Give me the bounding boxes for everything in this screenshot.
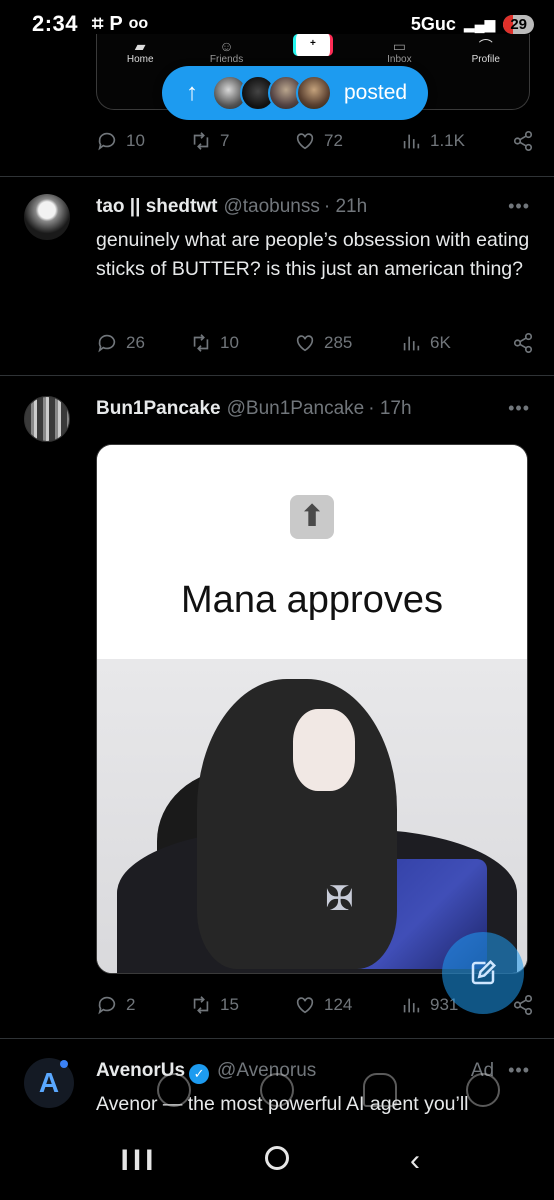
- like-button[interactable]: 124: [294, 994, 400, 1016]
- like-button[interactable]: 285: [294, 332, 400, 354]
- grok-tab-icon[interactable]: [259, 1073, 294, 1107]
- retweet-button[interactable]: 15: [190, 994, 294, 1016]
- retweet-icon: [193, 334, 209, 352]
- create-icon: +: [292, 34, 333, 56]
- retweet-button[interactable]: 10: [190, 332, 294, 354]
- embed-nav-home: ▰ Home: [126, 38, 154, 65]
- home-button[interactable]: [247, 1144, 307, 1178]
- up-arrow-emoji-icon: ⬆: [290, 495, 334, 539]
- reply-icon: [98, 996, 116, 1015]
- views-button[interactable]: 1.1K: [400, 130, 496, 152]
- compose-icon: [471, 959, 497, 985]
- poster-avatars: [212, 75, 332, 111]
- author-handle[interactable]: @taobunss: [223, 196, 319, 218]
- embed-nav-inbox: ▭ Inbox: [387, 38, 412, 65]
- avatar: [296, 75, 332, 111]
- divider: [0, 176, 554, 177]
- more-options-icon[interactable]: •••: [508, 196, 530, 217]
- tweet-actions: 10 7 72 1.1K: [96, 130, 534, 152]
- tweet-text: genuinely what are people’s obsession wi…: [96, 229, 530, 280]
- p-icon: P: [109, 12, 123, 35]
- network-label: 5Guc: [410, 13, 456, 34]
- share-button[interactable]: [512, 130, 534, 152]
- like-button[interactable]: 72: [294, 130, 400, 152]
- reply-icon: [98, 132, 116, 151]
- recents-button[interactable]: III: [109, 1144, 169, 1178]
- posted-label: posted: [344, 81, 408, 104]
- signal-icon: ▂▄▆: [463, 15, 496, 32]
- reply-button[interactable]: 26: [96, 332, 190, 354]
- author-handle[interactable]: @Bun1Pancake: [227, 398, 365, 420]
- embed-nav-create: +: [283, 34, 343, 65]
- tweet-time: · 17h: [368, 398, 412, 419]
- compose-button[interactable]: [442, 932, 524, 1014]
- new-posts-pill[interactable]: ↑ posted: [162, 66, 428, 120]
- messages-tab-icon[interactable]: [465, 1073, 500, 1107]
- status-left-icons: ⌗ P oo: [92, 13, 148, 36]
- battery-indicator: 29: [503, 14, 534, 34]
- heart-icon: [296, 997, 314, 1014]
- tweet-actions: 26 10 285 6K: [96, 332, 534, 354]
- embed-nav-friends: ☺ Friends: [209, 38, 244, 65]
- retweet-button[interactable]: 7: [190, 130, 294, 152]
- heart-icon: [296, 335, 314, 352]
- profile-icon: ⌒: [478, 38, 493, 54]
- voicemail-icon: oo: [128, 15, 149, 32]
- divider: [0, 375, 554, 376]
- screenshot-icon: ⌗: [92, 12, 104, 35]
- avatar[interactable]: [24, 194, 70, 240]
- retweet-icon: [193, 996, 209, 1014]
- meme-photo: ✠: [97, 659, 527, 973]
- home-icon: ▰: [134, 38, 146, 54]
- status-right: 5Guc ▂▄▆ 29: [411, 14, 534, 35]
- search-tab-icon[interactable]: [157, 1073, 192, 1107]
- views-icon: [403, 134, 420, 149]
- reply-icon: [98, 334, 116, 353]
- back-button[interactable]: ‹: [385, 1144, 445, 1178]
- author-name[interactable]: Bun1Pancake: [96, 398, 221, 420]
- heart-icon: [296, 133, 314, 150]
- views-button[interactable]: 6K: [400, 332, 496, 354]
- share-icon: [513, 333, 533, 353]
- share-icon: [513, 131, 533, 151]
- reply-button[interactable]: 2: [96, 994, 190, 1016]
- views-icon: [403, 336, 420, 351]
- reply-button[interactable]: 10: [96, 130, 190, 152]
- app-bottom-nav: [0, 1062, 554, 1118]
- cross-pendant-icon: ✠: [325, 880, 354, 918]
- divider: [0, 1038, 554, 1039]
- embed-nav: ▰ Home ☺ Friends + ▭ Inbox ⌒ Profile: [97, 34, 529, 65]
- meme-header: ⬆ Mana approves: [97, 445, 527, 659]
- meme-caption: Mana approves: [181, 579, 443, 621]
- status-time: 2:34: [32, 11, 79, 36]
- views-icon: [403, 998, 420, 1013]
- embed-nav-profile: ⌒ Profile: [471, 38, 500, 65]
- author-name[interactable]: tao || shedtwt: [96, 196, 217, 218]
- tweet-image[interactable]: ⬆ Mana approves ✠: [96, 444, 528, 974]
- more-options-icon[interactable]: •••: [508, 398, 530, 419]
- share-button[interactable]: [512, 332, 534, 354]
- tweet-header: tao || shedtwt @taobunss · 21h •••: [96, 196, 530, 218]
- tweet-header: Bun1Pancake @Bun1Pancake · 17h •••: [96, 398, 530, 420]
- home-circle-icon: [265, 1146, 289, 1170]
- arrow-up-icon: ↑: [186, 79, 198, 106]
- retweet-icon: [193, 132, 209, 150]
- friends-icon: ☺: [219, 38, 234, 54]
- system-nav-bar: III ‹: [0, 1122, 554, 1200]
- notifications-tab-icon[interactable]: [362, 1073, 397, 1107]
- avatar[interactable]: [24, 396, 70, 442]
- tweet-time: · 21h: [323, 196, 368, 217]
- inbox-icon: ▭: [392, 38, 406, 54]
